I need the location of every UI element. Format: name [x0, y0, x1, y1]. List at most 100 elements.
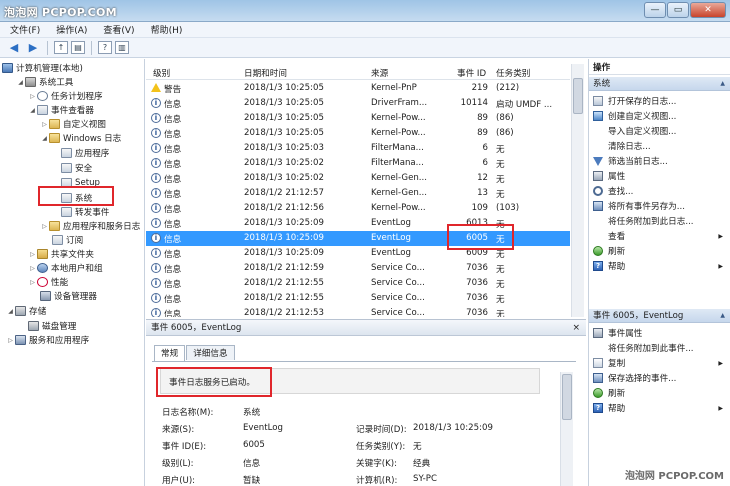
action-item[interactable]: 查看 ▶	[593, 229, 727, 243]
show-tree-icon[interactable]: ▤	[71, 41, 85, 54]
tree-security-log[interactable]: 安全	[61, 161, 92, 175]
detail-close-icon[interactable]: ×	[572, 320, 580, 336]
tree-apps-services-logs[interactable]: ▷ 应用程序和服务日志	[40, 219, 140, 233]
column-datetime[interactable]: 日期和时间	[244, 67, 287, 79]
scrollbar-thumb[interactable]	[562, 374, 572, 420]
expand-arrow-icon[interactable]: ▷	[40, 121, 49, 128]
device-manager-icon	[40, 291, 51, 301]
action-item[interactable]: 查找...	[593, 184, 727, 198]
expand-arrow-icon[interactable]: ▷	[28, 251, 37, 258]
tree-disk-management[interactable]: 磁盘管理	[28, 319, 76, 333]
column-source[interactable]: 来源	[371, 67, 388, 79]
table-row[interactable]: i 信息 2018/1/2 21:12:59 Service Co... 7036 无	[146, 261, 570, 276]
tree-device-manager[interactable]: 设备管理器	[40, 289, 97, 303]
table-row[interactable]: i 信息 2018/1/3 10:25:05 Kernel-Pow... 89 (86)	[146, 111, 570, 126]
info-icon: i	[151, 188, 161, 198]
table-row[interactable]: i 信息 2018/1/3 10:25:05 Kernel-Pow... 89 (86)	[146, 126, 570, 141]
event-list-scrollbar[interactable]	[571, 64, 584, 317]
up-folder-icon[interactable]: ↑	[54, 41, 68, 54]
menu-file[interactable]: 文件(F)	[10, 23, 40, 36]
detail-scrollbar[interactable]	[560, 372, 573, 486]
table-row[interactable]: i 信息 2018/1/2 21:12:55 Service Co... 7036 无	[146, 276, 570, 291]
action-item[interactable]: 筛选当前日志...	[593, 154, 727, 168]
storage-icon	[15, 306, 26, 316]
cell-source: DriverFram...	[371, 98, 428, 108]
tree-application-log[interactable]: 应用程序	[61, 146, 109, 160]
tree-system-tools[interactable]: ◢ 系统工具	[16, 75, 73, 89]
tree-windows-logs[interactable]: ◢ Windows 日志	[40, 131, 121, 145]
action-item[interactable]: 复制 ▶	[593, 356, 727, 370]
collapse-arrow-icon[interactable]: ◢	[6, 308, 15, 315]
tree-forwarded-events[interactable]: 转发事件	[61, 205, 109, 219]
expand-arrow-icon[interactable]: ▷	[40, 223, 49, 230]
tab-details[interactable]: 详细信息	[186, 345, 235, 360]
maximize-button[interactable]: ▭	[667, 2, 689, 18]
action-item[interactable]: 打开保存的日志...	[593, 94, 727, 108]
action-item[interactable]: 将所有事件另存为...	[593, 199, 727, 213]
tree-task-scheduler[interactable]: ▷ 任务计划程序	[28, 89, 103, 103]
action-label: 将所有事件另存为...	[608, 202, 685, 212]
tree-event-viewer[interactable]: ◢ 事件查看器	[28, 103, 94, 117]
task-category-value: 无	[413, 442, 422, 452]
menu-view[interactable]: 查看(V)	[103, 23, 134, 36]
highlight-event-message	[156, 367, 272, 397]
tree-local-users[interactable]: ▷ 本地用户和组	[28, 261, 103, 275]
collapse-up-icon[interactable]: ▲	[720, 77, 725, 91]
column-level[interactable]: 级别	[153, 67, 170, 79]
table-row[interactable]: i 信息 2018/1/3 10:25:03 FilterMana... 6 无	[146, 141, 570, 156]
table-row[interactable]: i 信息 2018/1/3 10:25:05 DriverFram... 10114 启动…	[146, 96, 570, 111]
action-item[interactable]: 刷新	[593, 386, 727, 400]
action-item[interactable]: 导入自定义视图...	[593, 124, 727, 138]
column-event-id[interactable]: 事件 ID	[457, 67, 486, 79]
cell-level: 信息	[164, 310, 182, 317]
table-row[interactable]: i 信息 2018/1/2 21:12:55 Service Co... 7036 无	[146, 291, 570, 306]
menu-help[interactable]: 帮助(H)	[151, 23, 183, 36]
action-item[interactable]: 属性	[593, 169, 727, 183]
action-item[interactable]: 保存选择的事件...	[593, 371, 727, 385]
table-row[interactable]: i 信息 2018/1/3 10:25:02 FilterMana... 6 无	[146, 156, 570, 171]
minimize-button[interactable]: —	[644, 2, 666, 18]
action-item[interactable]: ? 帮助 ▶	[593, 401, 727, 415]
cell-level: 信息	[164, 190, 182, 200]
tree-custom-views[interactable]: ▷ 自定义视图	[40, 117, 106, 131]
column-task-category[interactable]: 任务类别	[496, 67, 530, 79]
tree-services-apps[interactable]: ▷ 服务和应用程序	[6, 333, 89, 347]
collapse-arrow-icon[interactable]: ◢	[16, 79, 25, 86]
close-button[interactable]: ✕	[690, 2, 726, 18]
action-item[interactable]: 创建自定义视图...	[593, 109, 727, 123]
tree-root[interactable]: 计算机管理(本地)	[2, 61, 83, 75]
table-row[interactable]: i 信息 2018/1/2 21:12:56 Kernel-Pow... 109 (103…	[146, 201, 570, 216]
action-pane-icon[interactable]: ▥	[115, 41, 129, 54]
action-item[interactable]: 将任务附加到此日志...	[593, 214, 727, 228]
actions-section-event[interactable]: 事件 6005，EventLog ▲	[589, 309, 730, 323]
scrollbar-thumb[interactable]	[573, 78, 583, 114]
table-row[interactable]: 警告 2018/1/3 10:25:05 Kernel-PnP 219 (212)	[146, 81, 570, 96]
help-icon[interactable]: ?	[98, 41, 112, 54]
actions-section-system[interactable]: 系统 ▲	[589, 77, 730, 91]
expand-arrow-icon[interactable]: ▷	[28, 279, 37, 286]
action-item[interactable]: 将任务附加到此事件...	[593, 341, 727, 355]
table-row[interactable]: i 信息 2018/1/2 21:12:57 Kernel-Gen... 13 无	[146, 186, 570, 201]
back-arrow-icon[interactable]: ◀	[6, 40, 22, 56]
expand-arrow-icon[interactable]: ▷	[28, 265, 37, 272]
cell-time: 2018/1/3 10:25:05	[244, 83, 324, 93]
table-row[interactable]: i 信息 2018/1/2 21:12:53 Service Co... 7036 无	[146, 306, 570, 317]
expand-arrow-icon[interactable]: ▷	[28, 93, 37, 100]
forward-arrow-icon[interactable]: ▶	[25, 40, 41, 56]
table-row[interactable]: i 信息 2018/1/3 10:25:02 Kernel-Gen... 12 无	[146, 171, 570, 186]
tree-performance[interactable]: ▷ 性能	[28, 275, 68, 289]
collapse-arrow-icon[interactable]: ◢	[40, 135, 49, 142]
action-item[interactable]: 事件属性	[593, 326, 727, 340]
tree-storage[interactable]: ◢ 存储	[6, 304, 46, 318]
tab-general[interactable]: 常规	[154, 345, 186, 361]
action-item[interactable]: ? 帮助 ▶	[593, 259, 727, 273]
action-item[interactable]: 刷新	[593, 244, 727, 258]
menu-bar: 文件(F) 操作(A) 查看(V) 帮助(H)	[0, 22, 730, 38]
collapse-up-icon[interactable]: ▲	[720, 309, 725, 323]
action-item[interactable]: 清除日志...	[593, 139, 727, 153]
expand-arrow-icon[interactable]: ▷	[6, 337, 15, 344]
tree-subscriptions[interactable]: 订阅	[52, 233, 83, 247]
menu-action[interactable]: 操作(A)	[56, 23, 87, 36]
tree-shared-folders[interactable]: ▷ 共享文件夹	[28, 247, 94, 261]
collapse-arrow-icon[interactable]: ◢	[28, 107, 37, 114]
